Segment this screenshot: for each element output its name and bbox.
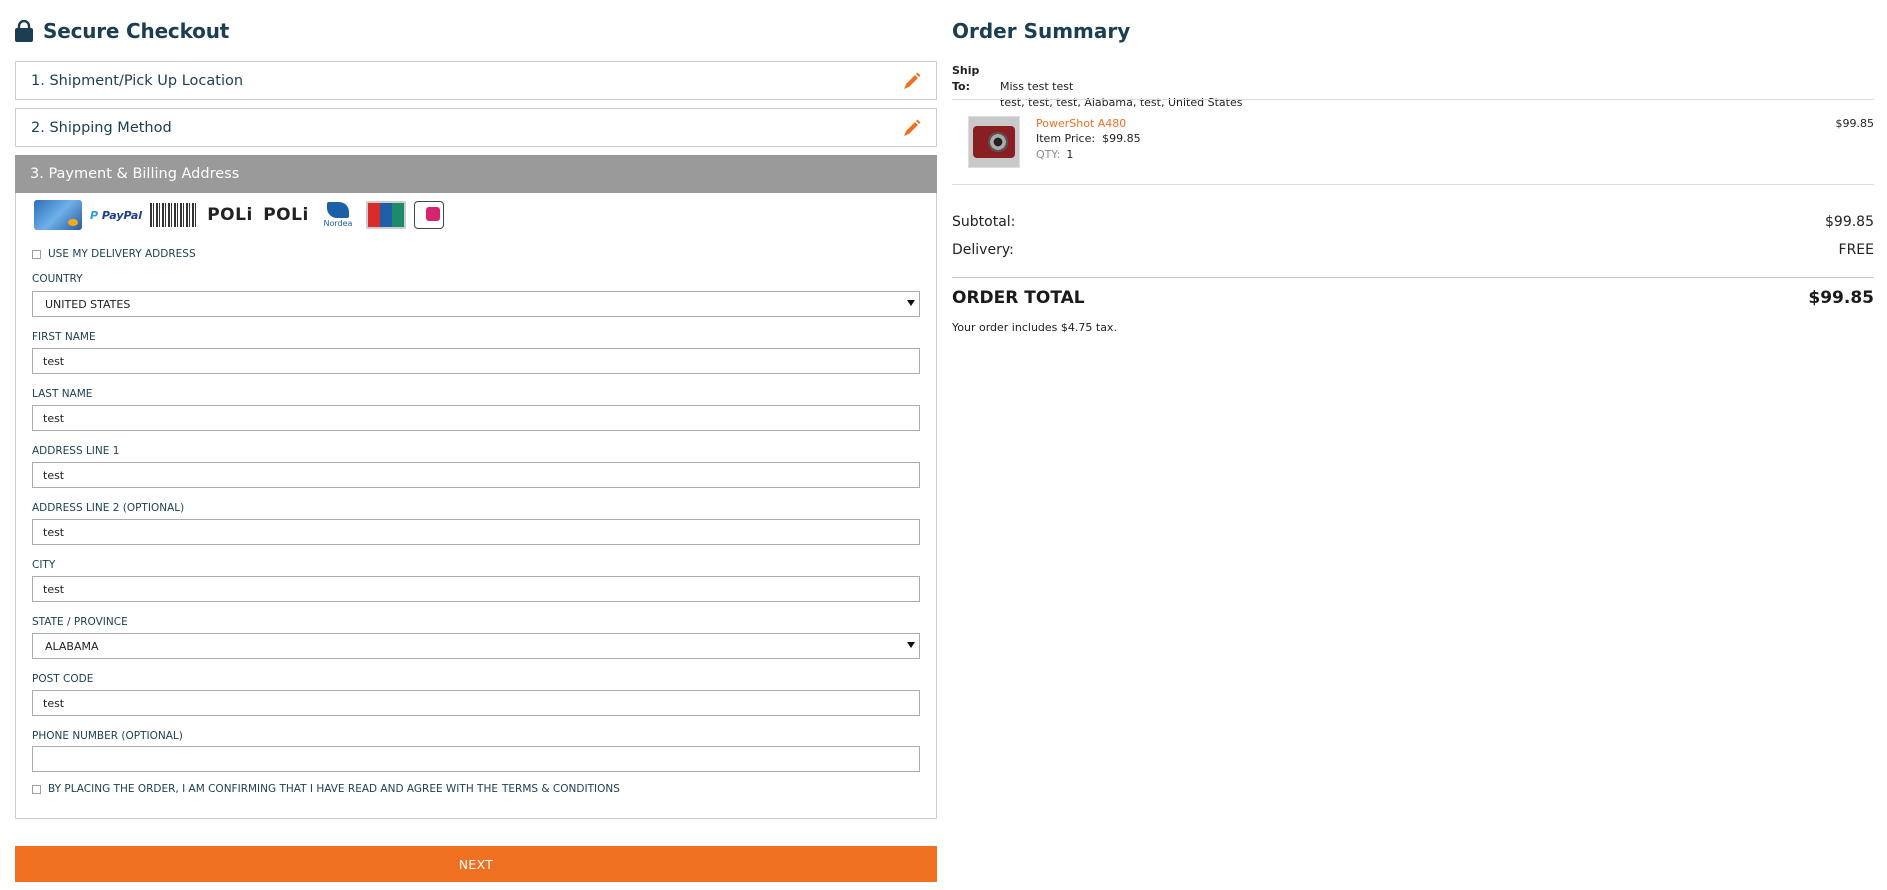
credit-card-icon[interactable] [34, 200, 82, 230]
ideal-logo[interactable] [414, 201, 444, 229]
qty-value: 1 [1066, 148, 1074, 161]
order-total-row: ORDER TOTAL $99.85 [952, 288, 1874, 308]
delivery-label: Delivery: [952, 242, 1014, 258]
phone-label: PHONE NUMBER (OPTIONAL) [32, 730, 183, 742]
boleto-barcode-icon[interactable] [150, 203, 198, 227]
country-label: COUNTRY [32, 273, 83, 285]
paypal-text: PayPal [101, 208, 143, 222]
step-label: 1. Shipment/Pick Up Location [31, 72, 244, 89]
post-code-label: POST CODE [32, 673, 94, 685]
unionpay-logo[interactable] [366, 201, 406, 229]
delivery-row: Delivery: FREE [952, 242, 1874, 258]
terms-checkbox-row[interactable]: BY PLACING THE ORDER, I AM CONFIRMING TH… [32, 783, 620, 795]
pencil-icon[interactable] [902, 71, 922, 91]
use-delivery-address-checkbox[interactable] [32, 249, 41, 259]
ship-to-label: Ship To: [952, 64, 980, 93]
item-qty: QTY: 1 [1036, 148, 1073, 161]
terms-link[interactable]: TERMS & CONDITIONS [502, 783, 620, 795]
page-title: Secure Checkout [43, 19, 230, 43]
ship-to-block: Ship To: Miss test test test, test, test,… [952, 63, 1242, 111]
subtotal-row: Subtotal: $99.85 [952, 214, 1874, 230]
step-shipment-location[interactable]: 1. Shipment/Pick Up Location [15, 61, 937, 100]
terms-checkbox[interactable] [32, 784, 41, 794]
chevron-down-icon [907, 300, 915, 306]
use-delivery-address-checkbox-row[interactable]: USE MY DELIVERY ADDRESS [32, 248, 196, 260]
divider [952, 277, 1874, 278]
country-value: UNITED STATES [45, 297, 131, 311]
last-name-field[interactable]: test [32, 405, 920, 431]
use-delivery-address-label: USE MY DELIVERY ADDRESS [48, 248, 196, 260]
checkout-header: Secure Checkout [15, 19, 229, 43]
terms-text: BY PLACING THE ORDER, I AM CONFIRMING TH… [48, 783, 498, 795]
poli-logo[interactable]: POLi [262, 200, 310, 230]
product-name-link[interactable]: PowerShot A480 [1036, 117, 1126, 130]
divider [952, 184, 1874, 185]
address-line-2-field[interactable]: test [32, 519, 920, 545]
address-line-1-field[interactable]: test [32, 462, 920, 488]
address-line-2-label: ADDRESS LINE 2 (OPTIONAL) [32, 502, 185, 514]
step-shipping-method[interactable]: 2. Shipping Method [15, 108, 937, 147]
order-total-value: $99.85 [1808, 288, 1874, 308]
address-line-1-label: ADDRESS LINE 1 [32, 445, 120, 457]
paypal-logo[interactable]: P PayPal [90, 200, 142, 230]
subtotal-value: $99.85 [1825, 214, 1874, 230]
pencil-icon[interactable] [902, 118, 922, 138]
order-summary-title: Order Summary [952, 19, 1131, 43]
step-label: 2. Shipping Method [31, 119, 172, 136]
lock-icon [15, 20, 33, 42]
tax-note: Your order includes $4.75 tax. [952, 321, 1117, 334]
product-thumbnail[interactable] [968, 116, 1020, 168]
first-name-label: FIRST NAME [32, 331, 96, 343]
line-total: $99.85 [1835, 117, 1875, 130]
country-select[interactable]: UNITED STATES [32, 291, 920, 317]
camera-icon [973, 126, 1015, 158]
item-price-label: Item Price: [1036, 132, 1096, 145]
last-name-label: LAST NAME [32, 388, 93, 400]
city-field[interactable]: test [32, 576, 920, 602]
payment-method-logos: P PayPal POLi POLi Nordea [34, 200, 452, 230]
post-code-field[interactable]: test [32, 690, 920, 716]
next-button[interactable]: NEXT [15, 846, 937, 882]
order-total-label: ORDER TOTAL [952, 288, 1085, 308]
state-select[interactable]: ALABAMA [32, 633, 920, 659]
phone-field[interactable] [32, 746, 920, 772]
nordea-text: Nordea [323, 219, 353, 228]
ship-to-name: Miss test test [1000, 80, 1074, 93]
divider [952, 99, 1874, 100]
ship-to-address: test, test, test, Alabama, test, United … [1000, 96, 1243, 109]
subtotal-label: Subtotal: [952, 214, 1016, 230]
poli-logo[interactable]: POLi [206, 200, 254, 230]
item-price: Item Price: $99.85 [1036, 132, 1141, 145]
item-price-value: $99.85 [1102, 132, 1141, 145]
delivery-value: FREE [1838, 242, 1874, 258]
qty-label: QTY: [1036, 148, 1061, 161]
chevron-down-icon [907, 642, 915, 648]
payment-billing-panel: P PayPal POLi POLi Nordea USE MY DELIVER… [15, 193, 937, 819]
nordea-mark [327, 202, 349, 218]
nordea-logo[interactable]: Nordea [318, 200, 358, 230]
state-value: ALABAMA [45, 639, 99, 653]
city-label: CITY [32, 559, 56, 571]
camera-lens [988, 132, 1008, 152]
step-payment-billing: 3. Payment & Billing Address [15, 155, 937, 193]
state-label: STATE / PROVINCE [32, 616, 128, 628]
step-label: 3. Payment & Billing Address [30, 166, 240, 182]
first-name-field[interactable]: test [32, 348, 920, 374]
